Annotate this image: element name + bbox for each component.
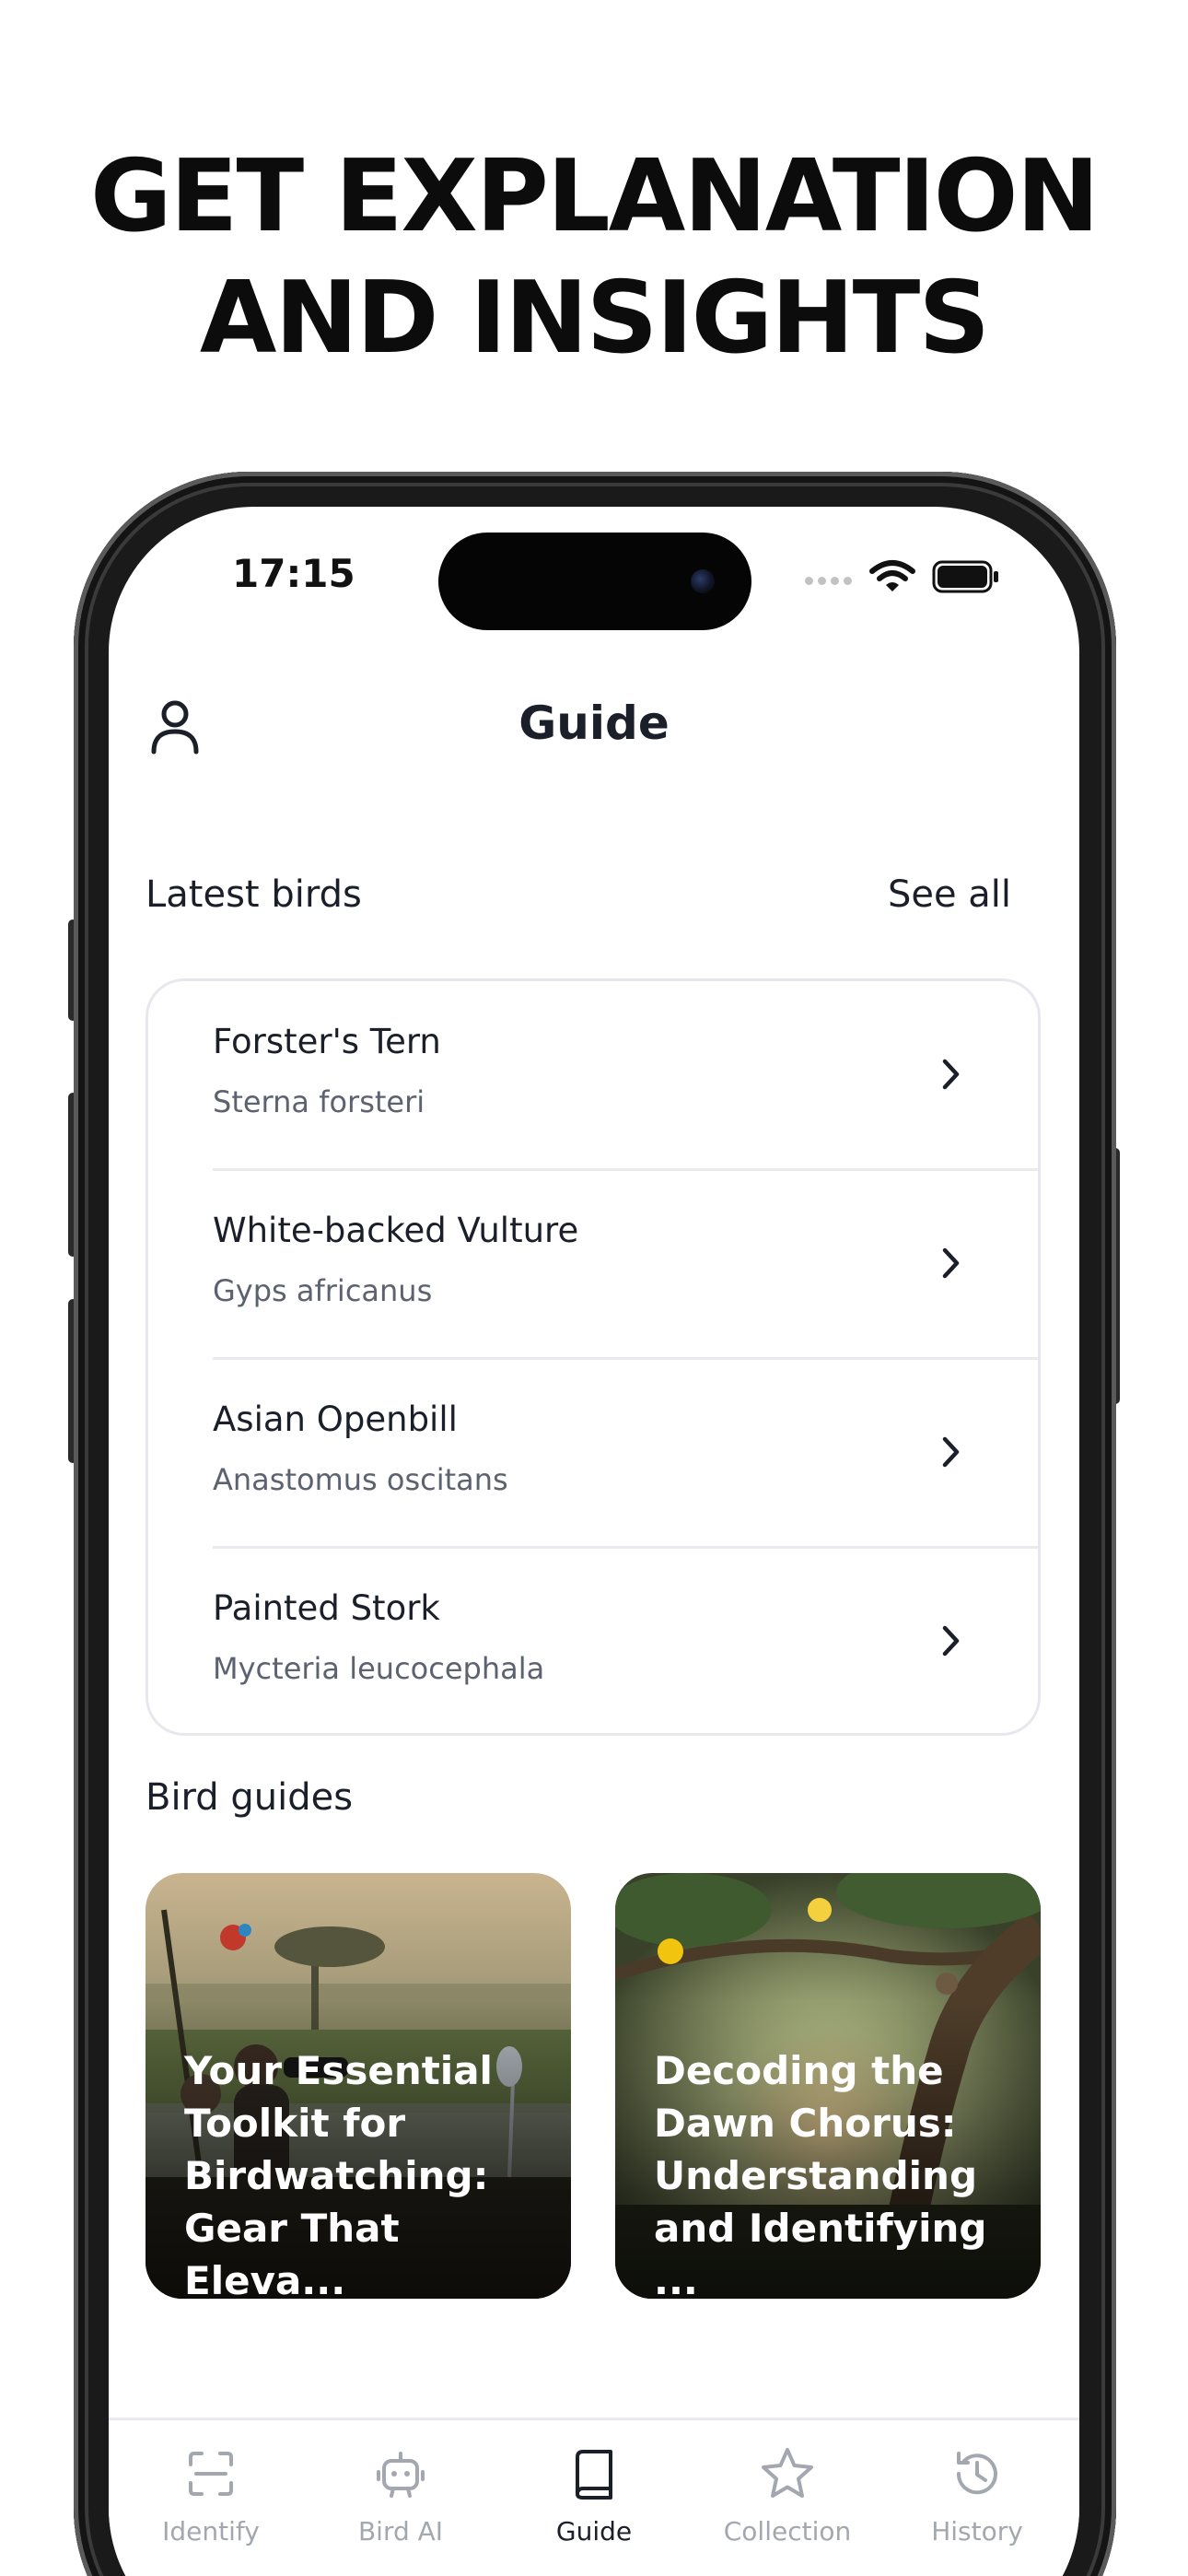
bird-row-forsters-tern[interactable]: Forster's Tern Sterna forsteri <box>148 981 1038 1170</box>
bird-name: Forster's Tern <box>213 1022 441 1061</box>
bird-row-white-backed-vulture[interactable]: White-backed Vulture Gyps africanus <box>148 1170 1038 1359</box>
guide-card-dawn-chorus[interactable]: Decoding the Dawn Chorus: Understanding … <box>615 1873 1041 2299</box>
cellular-signal-icon <box>805 577 852 585</box>
battery-icon <box>932 560 998 593</box>
tab-label: Guide <box>555 2516 633 2547</box>
bird-row-painted-stork[interactable]: Painted Stork Mycteria leucocephala <box>148 1548 1038 1737</box>
marketing-headline: GET EXPLANATION AND INSIGHTS <box>0 136 1188 380</box>
bird-name: Painted Stork <box>213 1588 440 1628</box>
tab-label: History <box>931 2516 1023 2547</box>
dynamic-island <box>438 533 751 630</box>
tab-bird-ai[interactable]: Bird AI <box>313 2444 488 2564</box>
page-title: Guide <box>518 697 670 750</box>
history-icon <box>956 2452 997 2495</box>
robot-icon <box>377 2452 425 2498</box>
guide-card-title: Decoding the Dawn Chorus: Understanding … <box>654 2048 987 2299</box>
see-all-link[interactable]: See all <box>845 873 1011 916</box>
phone-screen: 17:15 Guide Latest birds See all Forster… <box>109 507 1079 2576</box>
tab-guide[interactable]: Guide <box>507 2444 681 2564</box>
tab-collection[interactable]: Collection <box>700 2444 875 2564</box>
tab-label: Identify <box>162 2516 260 2547</box>
book-icon <box>576 2450 612 2500</box>
headline-line-1: GET EXPLANATION <box>90 139 1100 254</box>
status-time: 17:15 <box>232 551 355 596</box>
latest-birds-list: Forster's Tern Sterna forsteri White-bac… <box>146 978 1041 1736</box>
bird-scientific-name: Anastomus oscitans <box>213 1462 508 1497</box>
bird-scientific-name: Mycteria leucocephala <box>213 1651 545 1686</box>
tab-label: Collection <box>723 2516 852 2547</box>
bird-guides-heading: Bird guides <box>146 1776 354 1819</box>
bird-name: Asian Openbill <box>213 1399 458 1439</box>
scan-icon <box>189 2452 233 2496</box>
bird-row-asian-openbill[interactable]: Asian Openbill Anastomus oscitans <box>148 1359 1038 1548</box>
star-icon <box>762 2448 813 2498</box>
bird-name: White-backed Vulture <box>213 1211 579 1250</box>
tab-history[interactable]: History <box>890 2444 1065 2564</box>
chevron-right-icon <box>942 1247 960 1279</box>
tab-identify[interactable]: Identify <box>123 2444 298 2564</box>
bird-scientific-name: Sterna forsteri <box>213 1084 425 1119</box>
latest-birds-heading: Latest birds <box>146 873 362 916</box>
headline-line-2: AND INSIGHTS <box>199 261 990 376</box>
guide-card-title: Your Essential Toolkit for Birdwatching:… <box>184 2048 493 2299</box>
tab-label: Bird AI <box>357 2516 444 2547</box>
guide-card-birdwatching-toolkit[interactable]: Your Essential Toolkit for Birdwatching:… <box>146 1873 571 2299</box>
chevron-right-icon <box>942 1436 960 1468</box>
chevron-right-icon <box>942 1625 960 1657</box>
camera-lens <box>691 569 715 593</box>
bird-scientific-name: Gyps africanus <box>213 1273 433 1308</box>
chevron-right-icon <box>942 1059 960 1090</box>
wifi-icon <box>869 560 915 591</box>
tab-bar: Identify Bird AI Guide Collection Histor… <box>109 2418 1079 2576</box>
